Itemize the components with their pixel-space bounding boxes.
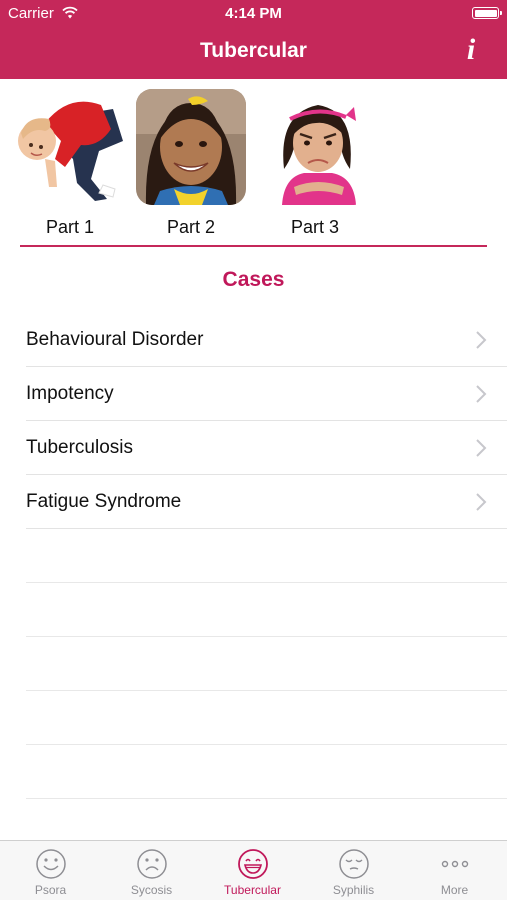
- case-label: Fatigue Syndrome: [26, 491, 182, 512]
- page-title: Tubercular: [200, 39, 307, 62]
- tab-label: More: [440, 883, 469, 897]
- tab-label: Sycosis: [130, 883, 173, 897]
- case-label: Behavioural Disorder: [26, 329, 204, 350]
- cases-list: Behavioural Disorder Impotency Tuberculo…: [0, 313, 507, 799]
- case-row-behavioural-disorder[interactable]: Behavioural Disorder: [26, 313, 507, 367]
- tab-label: Syphilis: [332, 883, 375, 897]
- header: Carrier 4:14 PM Tubercular i: [0, 0, 507, 79]
- empty-row: [26, 637, 507, 691]
- tab-sycosis[interactable]: Sycosis: [101, 841, 202, 900]
- chevron-right-icon: [476, 331, 487, 349]
- part-3-label: Part 3: [290, 217, 340, 237]
- case-label: Impotency: [26, 383, 114, 404]
- grinning-face-icon: [237, 849, 268, 879]
- smiley-face-icon: [35, 849, 66, 879]
- toddler-in-red-shirt-photo: [15, 89, 125, 205]
- info-icon[interactable]: i: [461, 33, 481, 67]
- part-1-item[interactable]: Part 1: [10, 86, 130, 238]
- case-row-tuberculosis[interactable]: Tuberculosis: [26, 421, 507, 475]
- empty-row: [26, 691, 507, 745]
- case-row-fatigue-syndrome[interactable]: Fatigue Syndrome: [26, 475, 507, 529]
- status-bar: Carrier 4:14 PM: [0, 0, 507, 26]
- empty-row: [26, 583, 507, 637]
- parts-strip: Part 1 Part 2 Part 3: [0, 86, 507, 246]
- smiling-girl-photo: [136, 89, 246, 205]
- chevron-right-icon: [476, 385, 487, 403]
- part-1-label: Part 1: [45, 217, 95, 237]
- sleepy-face-icon: [338, 849, 369, 879]
- tab-label: Psora: [34, 883, 67, 897]
- empty-row: [26, 745, 507, 799]
- more-dots-icon: [441, 860, 468, 868]
- tab-syphilis[interactable]: Syphilis: [303, 841, 404, 900]
- part-2-item[interactable]: Part 2: [131, 86, 251, 238]
- empty-row: [26, 529, 507, 583]
- chevron-right-icon: [476, 439, 487, 457]
- section-divider: [20, 245, 487, 247]
- status-time: 4:14 PM: [225, 5, 282, 22]
- frowning-girl-photo: [260, 89, 370, 205]
- part-2-label: Part 2: [166, 217, 216, 237]
- battery-icon: [472, 7, 502, 19]
- tab-bar: Psora Sycosis Tubercular Syphilis More: [0, 840, 507, 900]
- cases-heading: Cases: [222, 268, 285, 291]
- tab-more[interactable]: More: [404, 841, 505, 900]
- part-3-item[interactable]: Part 3: [255, 86, 375, 238]
- chevron-right-icon: [476, 493, 487, 511]
- tab-label: Tubercular: [224, 883, 281, 897]
- tab-psora[interactable]: Psora: [0, 841, 101, 900]
- sad-face-icon: [136, 849, 167, 879]
- case-label: Tuberculosis: [26, 437, 134, 458]
- case-row-impotency[interactable]: Impotency: [26, 367, 507, 421]
- tab-tubercular[interactable]: Tubercular: [202, 841, 303, 900]
